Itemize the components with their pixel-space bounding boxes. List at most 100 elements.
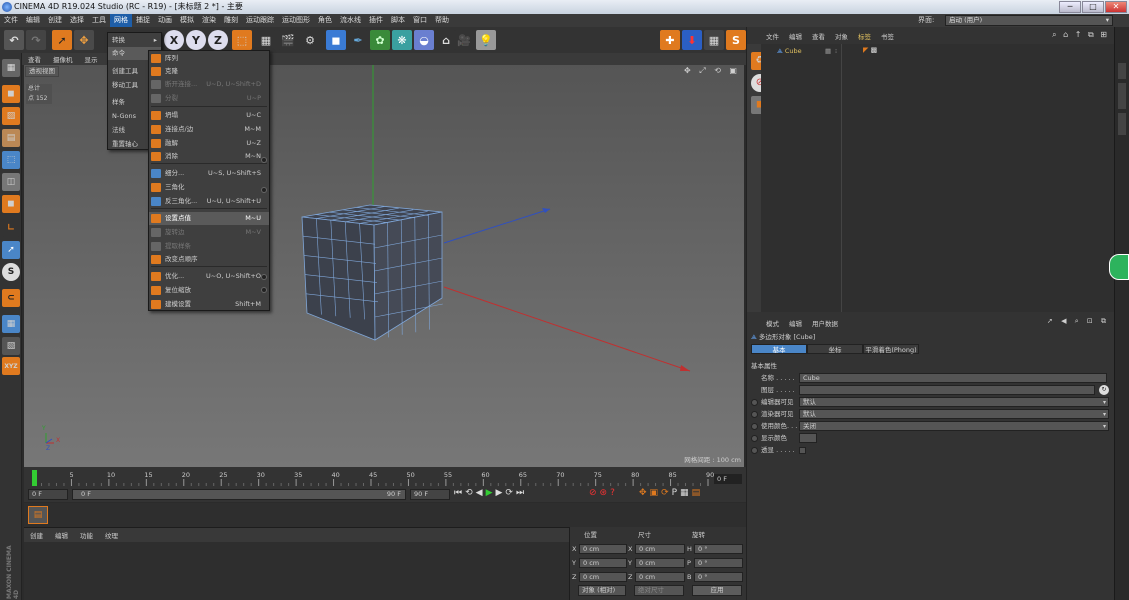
- attr-checkbox[interactable]: [799, 447, 806, 454]
- up-arrow-icon[interactable]: ↑: [1075, 30, 1084, 39]
- expand-icon[interactable]: ⊞: [1100, 30, 1109, 39]
- command-item-17[interactable]: 建模设置 Shift+M: [149, 298, 269, 311]
- record-icon[interactable]: ⊘: [589, 488, 597, 498]
- menu-18[interactable]: 帮助: [431, 14, 453, 27]
- menu-11[interactable]: 运动跟踪: [242, 14, 278, 27]
- select-tool-icon[interactable]: ➚: [52, 30, 72, 50]
- coord-size-select[interactable]: 绝对尺寸: [634, 585, 684, 596]
- attr-animate-radio[interactable]: [751, 447, 758, 454]
- next-frame-icon[interactable]: ▶: [496, 488, 503, 498]
- attr-animate-radio[interactable]: [751, 399, 758, 406]
- viewport-navigation-icons[interactable]: ✥ ⤢ ⟲ ▣: [684, 66, 740, 76]
- move-tool-icon[interactable]: ✥: [74, 30, 94, 50]
- render-region-icon[interactable]: ▦: [256, 30, 276, 50]
- view-name[interactable]: 透视视图: [25, 66, 59, 77]
- model-mode-icon[interactable]: ◼: [2, 85, 20, 103]
- go-to-start-icon[interactable]: ⏮: [454, 488, 462, 498]
- menu-12[interactable]: 运动图形: [278, 14, 314, 27]
- pen-tool-icon[interactable]: ✒: [348, 30, 368, 50]
- workplane-icon[interactable]: ⬇: [682, 30, 702, 50]
- menu-17[interactable]: 窗口: [409, 14, 431, 27]
- undo-icon[interactable]: ↶: [4, 30, 24, 50]
- array-icon[interactable]: ❋: [392, 30, 412, 50]
- lock-icon[interactable]: ⊡: [1087, 317, 1096, 325]
- attr-animate-radio[interactable]: [751, 435, 758, 442]
- attr-field[interactable]: 默认: [799, 409, 1109, 419]
- material-menu-1[interactable]: 编辑: [49, 530, 74, 540]
- menu-10[interactable]: 雕刻: [220, 14, 242, 27]
- viewport-menu-2[interactable]: 显示: [79, 54, 104, 64]
- command-item-4[interactable]: 坍塌 U~C: [149, 109, 269, 122]
- sidebar-tab-2[interactable]: [1118, 83, 1126, 109]
- auto-key-icon[interactable]: ⊛: [600, 488, 608, 498]
- timeline[interactable]: 051015202530354045505560657075808590 0 F: [24, 467, 746, 487]
- axis-z-lock-icon[interactable]: Z: [208, 30, 228, 50]
- menu-4[interactable]: 工具: [88, 14, 110, 27]
- end-frame-field[interactable]: 90 F: [410, 489, 450, 500]
- command-item-9[interactable]: 三角化: [149, 181, 269, 194]
- command-item-15[interactable]: 优化... U~O, U~Shift+O: [149, 270, 269, 283]
- prev-key-icon[interactable]: ⟲: [465, 488, 473, 498]
- attr-color-swatch[interactable]: [799, 433, 817, 443]
- home-icon[interactable]: ⌂: [1063, 30, 1070, 39]
- tab-coordinates[interactable]: 坐标: [807, 344, 863, 354]
- timeline-toggle-icon[interactable]: ▤: [28, 506, 48, 524]
- layer-picker-icon[interactable]: ↻: [1099, 385, 1109, 395]
- position-key-icon[interactable]: ✥: [639, 488, 647, 498]
- search-attr-icon[interactable]: ⌕: [1075, 317, 1082, 325]
- scene-icon[interactable]: ⌂: [436, 30, 456, 50]
- magnet-icon[interactable]: ⊂: [2, 289, 20, 307]
- command-item-2[interactable]: 断开连接... U~D, U~Shift+D: [149, 78, 269, 91]
- enable-toggle-icon[interactable]: ⁝: [835, 46, 837, 56]
- attr-field[interactable]: 默认: [799, 397, 1109, 407]
- sidebar-tab-3[interactable]: [1118, 113, 1126, 135]
- back-icon[interactable]: ◀: [1061, 317, 1069, 325]
- render-view-icon[interactable]: 🎬: [278, 30, 298, 50]
- sidebar-tab-1[interactable]: [1118, 63, 1126, 79]
- coord-size-field[interactable]: 0 cm: [635, 558, 685, 568]
- menu-6[interactable]: 捕捉: [132, 14, 154, 27]
- command-item-0[interactable]: 阵列: [149, 52, 269, 65]
- command-item-13[interactable]: 提取样条: [149, 240, 269, 253]
- interface-select[interactable]: 启动 (用户): [945, 15, 1113, 26]
- object-row-cube[interactable]: ⟁ Cube ▦ ⁝: [777, 46, 857, 56]
- make-editable-icon[interactable]: ▦: [2, 59, 20, 77]
- timeline-current-frame[interactable]: 0 F: [714, 474, 742, 484]
- command-item-10[interactable]: 反三角化... U~U, U~Shift+U: [149, 195, 269, 208]
- menu-15[interactable]: 插件: [365, 14, 387, 27]
- pointer-icon[interactable]: ➚: [1047, 317, 1056, 325]
- axis-mode-icon[interactable]: ∟: [2, 219, 20, 237]
- attr-field[interactable]: Cube: [799, 373, 1107, 383]
- coord-mode-select[interactable]: 对象 (相对): [578, 585, 626, 596]
- tweak-mode-icon[interactable]: ➚: [2, 241, 20, 259]
- rotation-key-icon[interactable]: ⟳: [661, 488, 669, 498]
- texture-mode-icon[interactable]: ▨: [2, 107, 20, 125]
- command-item-3[interactable]: 分裂 U~P: [149, 92, 269, 105]
- attribute-menu-1[interactable]: 编辑: [784, 318, 807, 328]
- tab-phong[interactable]: 平滑着色(Phong): [863, 344, 919, 354]
- camera-icon[interactable]: 🎥: [454, 30, 474, 50]
- menu-3[interactable]: 选择: [66, 14, 88, 27]
- viewport-menu-1[interactable]: 摄像机: [47, 54, 79, 64]
- coord-rot-field[interactable]: 0 °: [694, 544, 743, 554]
- object-menu-2[interactable]: 查看: [807, 31, 830, 41]
- material-tag-icon[interactable]: ▩: [871, 46, 878, 54]
- menu-8[interactable]: 模拟: [176, 14, 198, 27]
- timeline-window-icon[interactable]: ▤: [692, 488, 701, 498]
- planar-workplane-icon[interactable]: ▧: [2, 337, 20, 355]
- attr-field[interactable]: 关闭: [799, 421, 1109, 431]
- object-menu-0[interactable]: 文件: [761, 31, 784, 41]
- points-mode-icon[interactable]: ⬚: [2, 151, 20, 169]
- coord-size-field[interactable]: 0 cm: [635, 544, 685, 554]
- sketch-icon[interactable]: S: [726, 30, 746, 50]
- grid-icon[interactable]: ▦: [704, 30, 724, 50]
- coord-rot-field[interactable]: 0 °: [694, 558, 743, 568]
- maximize-button[interactable]: □: [1082, 1, 1104, 13]
- point-level-icon[interactable]: ▦: [680, 488, 689, 498]
- object-menu-1[interactable]: 编辑: [784, 31, 807, 41]
- parameter-key-icon[interactable]: P: [672, 488, 677, 498]
- workplane-mode-icon[interactable]: ▤: [2, 129, 20, 147]
- menu-0[interactable]: 文件: [0, 14, 22, 27]
- go-to-end-icon[interactable]: ⏭: [516, 488, 524, 498]
- polygons-mode-icon[interactable]: ◼: [2, 195, 20, 213]
